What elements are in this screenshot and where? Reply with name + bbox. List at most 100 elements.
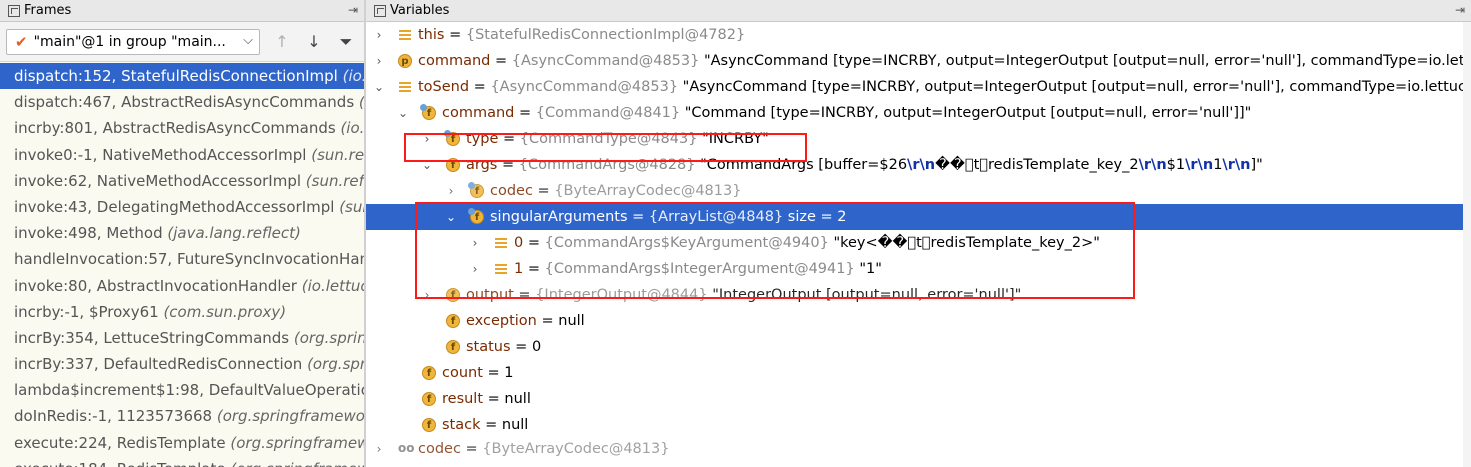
variable-row[interactable]: › p command = {AsyncCommand@4853} "AsyncCo… — [366, 48, 1471, 74]
arrow-up-icon[interactable]: ↑ — [272, 32, 292, 51]
variable-text: command = {Command@4841} "Command [type=… — [442, 105, 1252, 121]
variable-name: count — [442, 365, 483, 381]
field-icon: f — [422, 392, 436, 406]
variable-row[interactable]: f exception = null — [366, 308, 1471, 334]
variable-name: command — [418, 53, 491, 69]
frame-package: (java.lang.reflect) — [167, 224, 301, 243]
variable-row[interactable]: f stack = null — [366, 412, 1471, 438]
frame-item[interactable]: incrby:-1, $Proxy61 (com.sun.proxy) — [0, 299, 364, 325]
frame-item[interactable]: invoke:80, AbstractInvocationHandler (io… — [0, 273, 364, 299]
frame-package: (io.le — [340, 119, 364, 138]
variable-name: singularArguments — [490, 209, 628, 225]
chevron-right-icon[interactable]: › — [444, 178, 458, 204]
chevron-right-icon[interactable]: › — [372, 22, 386, 48]
variable-row[interactable]: f status = 0 — [366, 334, 1471, 360]
chevron-right-icon[interactable]: › — [372, 436, 386, 462]
chevron-right-icon[interactable]: › — [468, 256, 482, 282]
frame-item[interactable]: dispatch:467, AbstractRedisAsyncCommands… — [0, 89, 364, 115]
frame-package: (org.springframew — [230, 433, 364, 452]
variable-value-part: $1 — [1166, 157, 1186, 173]
thread-label: "main"@1 in group "main... — [33, 34, 226, 50]
variable-name: output — [466, 287, 514, 303]
variable-row[interactable]: ⌄ f command = {Command@4841} "Command [typ… — [366, 100, 1471, 126]
variable-type: {ByteArrayCodec@4813} — [482, 441, 670, 457]
variable-row[interactable]: › 1 = {CommandArgs$IntegerArgument@4941} … — [366, 256, 1471, 282]
variable-type: {IntegerOutput@4844} — [535, 287, 708, 303]
frames-title: Frames — [24, 3, 72, 18]
frame-method: execute:184, RedisTemplate — [14, 460, 230, 467]
vertical-scrollbar[interactable] — [1463, 22, 1471, 467]
variable-row[interactable]: › f codec = {ByteArrayCodec@4813} — [366, 178, 1471, 204]
variable-row[interactable]: f result = null — [366, 386, 1471, 412]
variables-panel: Variables ⇥ › this = {StatefulRedisConnec… — [366, 0, 1471, 467]
frame-method: lambda$increment$1:98, DefaultValueOpera… — [14, 381, 364, 400]
frame-item[interactable]: execute:184, RedisTemplate (org.springfr… — [0, 456, 364, 467]
frame-method: invoke:498, Method — [14, 224, 168, 243]
variables-header: Variables ⇥ — [366, 0, 1471, 22]
chevron-down-icon[interactable]: ⌄ — [372, 74, 386, 100]
frame-package: (org.springframework — [230, 460, 364, 467]
object-icon — [398, 28, 412, 42]
variable-text: toSend = {AsyncCommand@4853} "AsyncComma… — [418, 74, 1471, 100]
frame-method: invoke:62, NativeMethodAccessorImpl — [14, 171, 306, 190]
variable-row[interactable]: › f type = {CommandType@4843} "INCRBY" — [366, 126, 1471, 152]
variable-text: exception = null — [466, 313, 585, 329]
variable-value: "IntegerOutput [output=null, error='null… — [712, 287, 1022, 303]
frame-item[interactable]: incrBy:337, DefaultedRedisConnection (or… — [0, 351, 364, 377]
frame-item[interactable]: incrBy:354, LettuceStringCommands (org.s… — [0, 325, 364, 351]
variable-text: stack = null — [442, 417, 529, 433]
chevron-right-icon[interactable]: › — [372, 48, 386, 74]
variable-row[interactable]: ⌄ toSend = {AsyncCommand@4853} "AsyncComm… — [366, 74, 1471, 100]
variable-row[interactable]: ⌄ f args = {CommandArgs@4828} "CommandArgs… — [366, 152, 1471, 178]
chevron-down-icon[interactable]: ⌄ — [420, 152, 434, 178]
chevron-down-icon[interactable]: ⌵ — [243, 33, 253, 48]
frame-method: incrBy:354, LettuceStringCommands — [14, 328, 294, 347]
frames-list: dispatch:152, StatefulRedisConnectionImp… — [0, 63, 364, 467]
variable-row[interactable]: › oo codec = {ByteArrayCodec@4813} — [366, 436, 1471, 462]
frame-item[interactable]: handleInvocation:57, FutureSyncInvocatio… — [0, 246, 364, 272]
chevron-right-icon[interactable]: › — [420, 126, 434, 152]
lock-icon — [468, 182, 475, 189]
frame-item[interactable]: execute:224, RedisTemplate (org.springfr… — [0, 430, 364, 456]
frame-item[interactable]: doInRedis:-1, 1123573668 (org.springfram… — [0, 403, 364, 429]
chevron-down-icon[interactable]: ⌄ — [444, 204, 458, 230]
variable-value: "1" — [859, 261, 882, 277]
variable-row[interactable]: › this = {StatefulRedisConnectionImpl@478… — [366, 22, 1471, 48]
frame-method: incrBy:337, DefaultedRedisConnection — [14, 355, 308, 374]
variable-value-part: \r\n — [1138, 157, 1167, 173]
pin-icon[interactable]: ⇥ — [348, 3, 358, 17]
frame-item[interactable]: dispatch:152, StatefulRedisConnectionImp… — [0, 63, 364, 90]
frame-item[interactable]: invoke0:-1, NativeMethodAccessorImpl (su… — [0, 142, 364, 168]
variable-row[interactable]: › f output = {IntegerOutput@4844} "Integer… — [366, 282, 1471, 308]
variable-row[interactable]: › 0 = {CommandArgs$KeyArgument@4940} "key… — [366, 230, 1471, 256]
lock-icon — [468, 208, 475, 215]
frame-item[interactable]: invoke:43, DelegatingMethodAccessorImpl … — [0, 194, 364, 220]
variable-text: type = {CommandType@4843} "INCRBY" — [466, 131, 769, 147]
frame-item[interactable]: incrby:801, AbstractRedisAsyncCommands (… — [0, 115, 364, 141]
frame-package: (sun.refl — [311, 145, 364, 164]
pin-icon[interactable]: ⇥ — [1455, 3, 1465, 17]
frame-package: (org.springframework — [216, 407, 364, 426]
variable-row[interactable]: f count = 1 — [366, 360, 1471, 386]
variable-type: {CommandArgs$KeyArgument@4940} — [544, 235, 829, 251]
object-icon — [494, 236, 508, 250]
field-icon: f — [446, 340, 460, 354]
frames-toolbar: ✔ "main"@1 in group "main... ⌵ ↑ ↓ ⏷ — [0, 22, 364, 62]
frame-package: (io.le — [342, 67, 364, 85]
chevron-right-icon[interactable]: › — [420, 282, 434, 308]
arrow-down-icon[interactable]: ↓ — [304, 32, 324, 51]
chevron-down-icon[interactable]: ⌄ — [396, 100, 410, 126]
frame-item[interactable]: invoke:62, NativeMethodAccessorImpl (sun… — [0, 168, 364, 194]
variable-row[interactable]: ⌄ f singularArguments = {ArrayList@4848} s… — [366, 204, 1471, 230]
frame-package: (io.lettuce — [301, 276, 364, 295]
variable-text: this = {StatefulRedisConnectionImpl@4782… — [418, 27, 746, 43]
chevron-right-icon[interactable]: › — [468, 230, 482, 256]
variable-text: 1 = {CommandArgs$IntegerArgument@4941} "… — [514, 261, 882, 277]
filter-icon[interactable]: ⏷ — [336, 32, 356, 52]
variable-value: "key<�� t redisTemplate_key_2>" — [833, 235, 1100, 251]
thread-select[interactable]: ✔ "main"@1 in group "main... ⌵ — [6, 29, 260, 55]
frame-item[interactable]: invoke:498, Method (java.lang.reflect) — [0, 220, 364, 246]
variable-name: result — [442, 391, 484, 407]
frame-item[interactable]: lambda$increment$1:98, DefaultValueOpera… — [0, 377, 364, 403]
frame-method: incrby:-1, $Proxy61 — [14, 302, 164, 321]
